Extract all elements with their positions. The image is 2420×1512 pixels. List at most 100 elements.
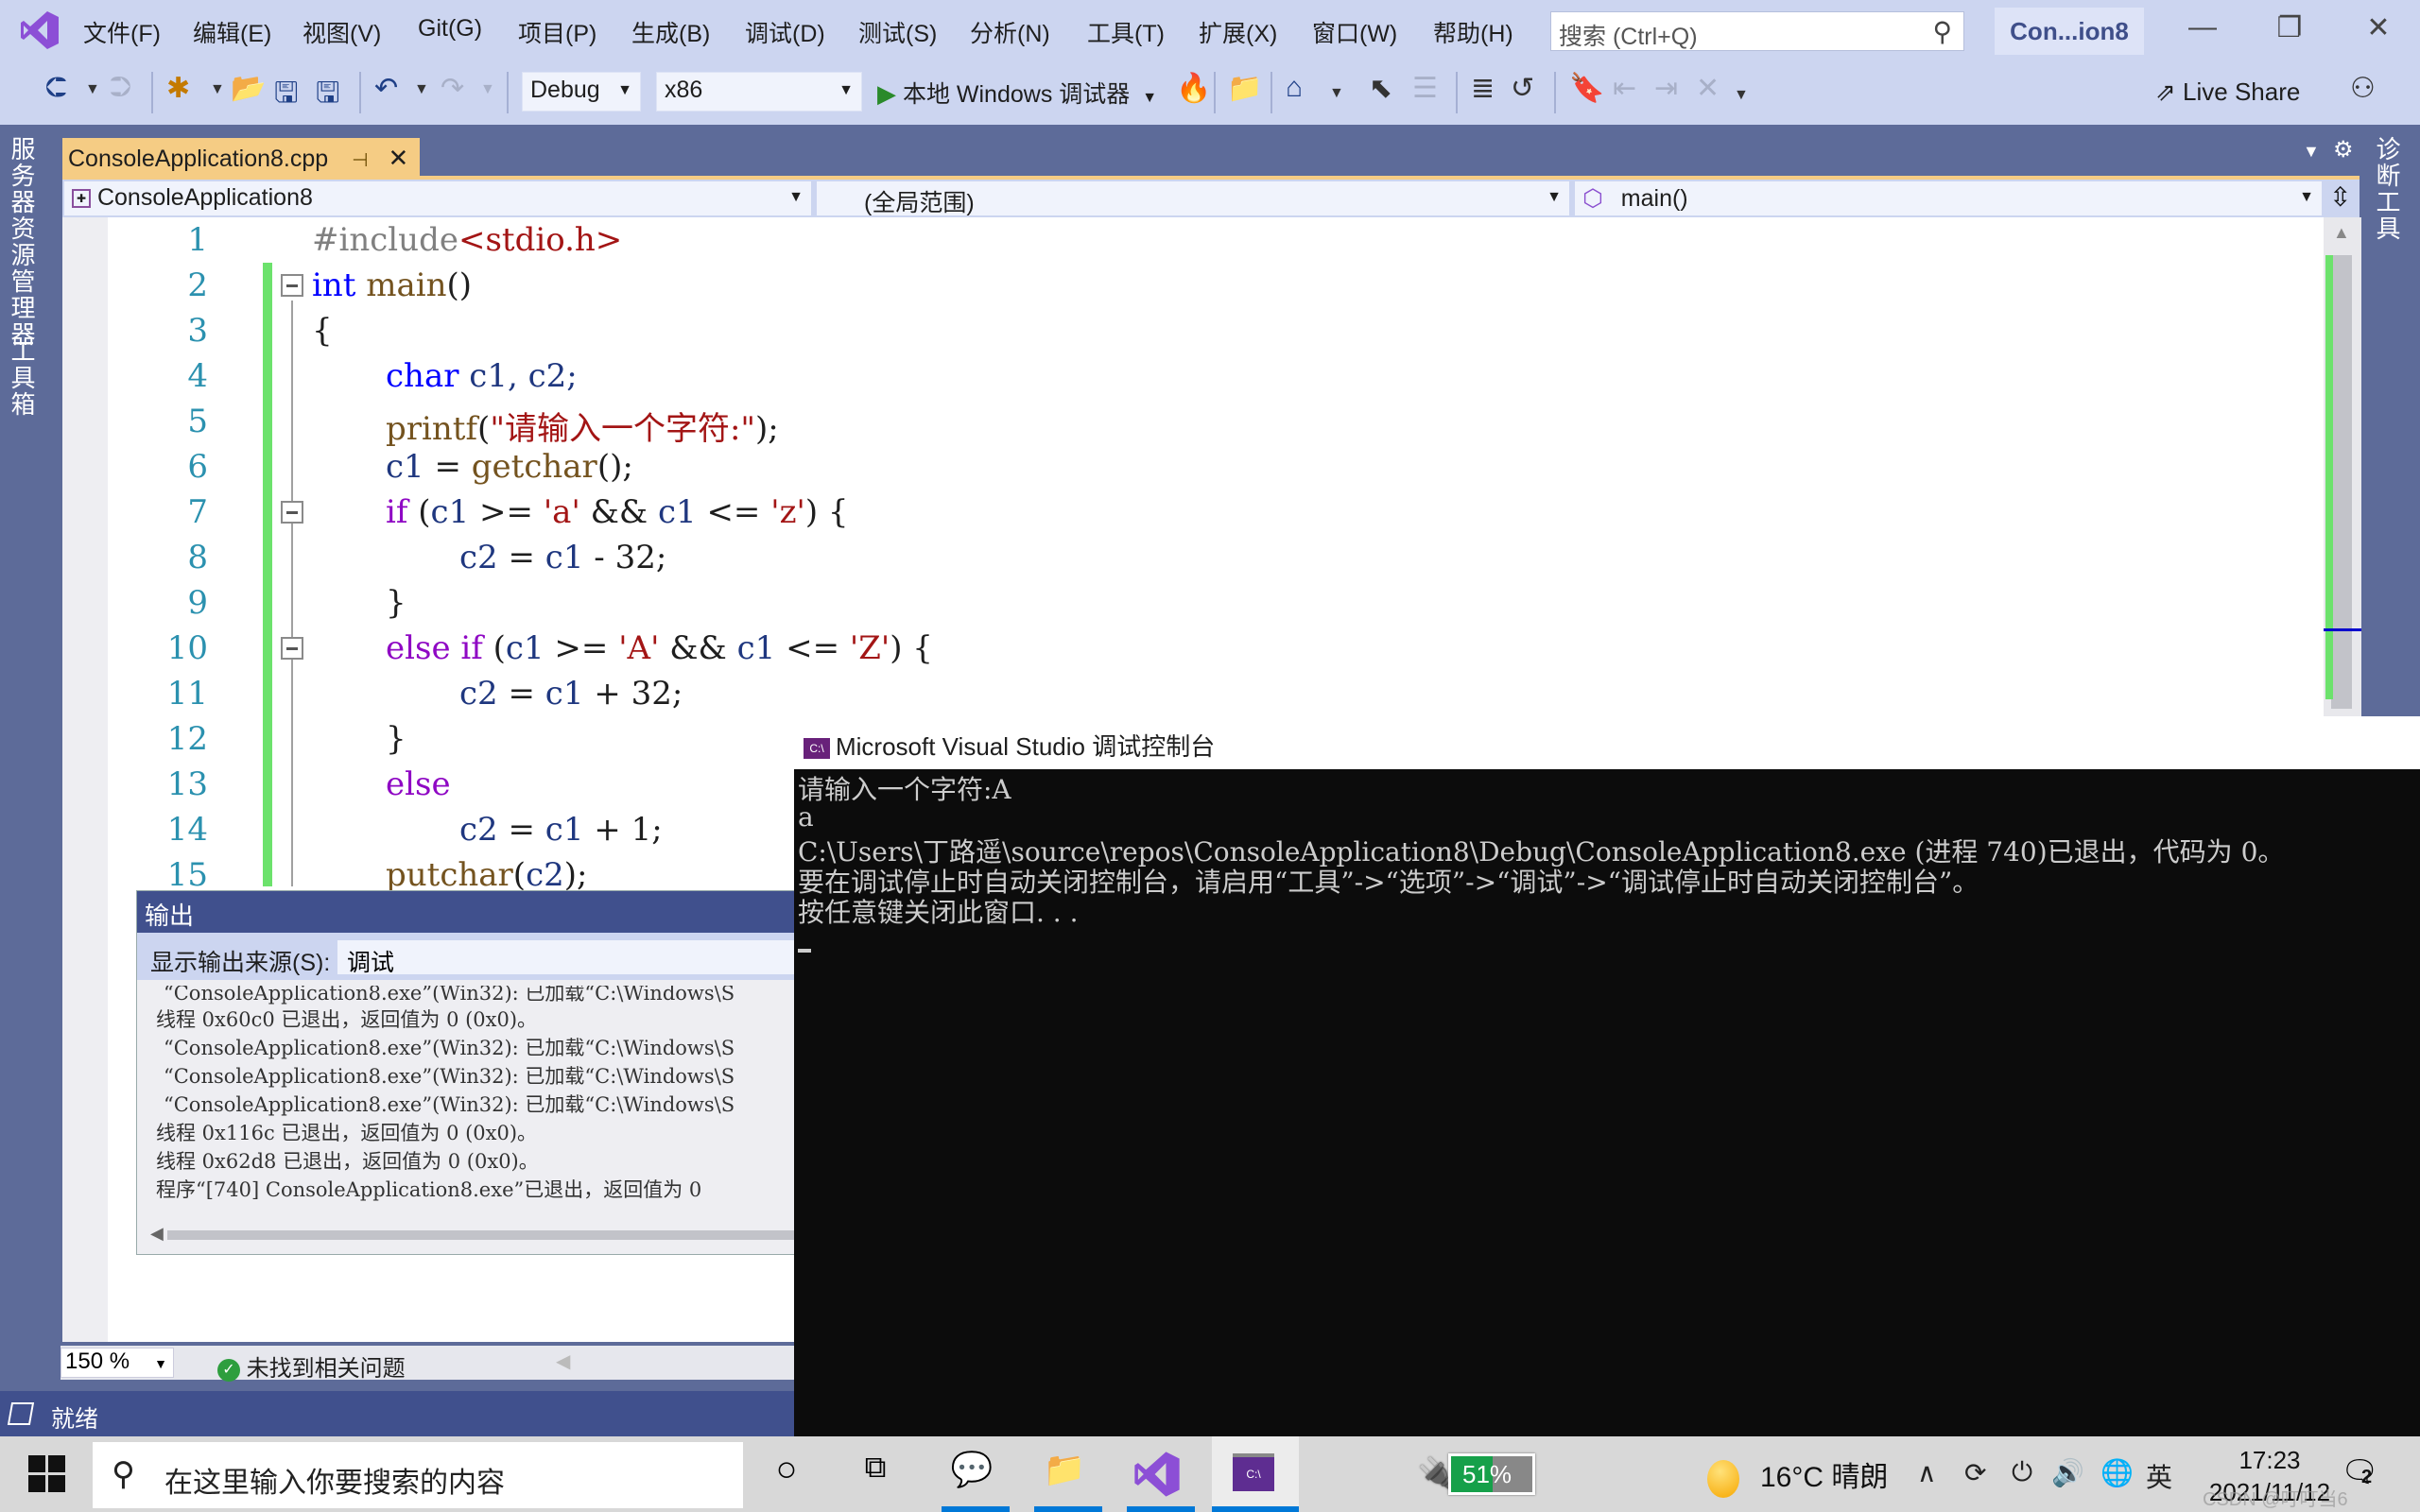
close-button[interactable]: ✕: [2350, 11, 2407, 44]
console-title-bar[interactable]: C:\ Microsoft Visual Studio 调试控制台: [794, 716, 2420, 769]
gear-icon[interactable]: ⚙: [2333, 136, 2354, 163]
menu-git[interactable]: Git(G): [418, 15, 482, 43]
ime-indicator[interactable]: 英: [2146, 1457, 2172, 1495]
find-in-files-icon[interactable]: 📁: [1227, 72, 1262, 105]
show-hidden-icons-chevron[interactable]: ∧: [1917, 1457, 1937, 1488]
pin-icon[interactable]: ⊣: [352, 150, 368, 171]
menu-view[interactable]: 视图(V): [302, 15, 381, 49]
menu-file[interactable]: 文件(F): [83, 15, 161, 49]
code-line[interactable]: else: [386, 765, 451, 803]
code-line[interactable]: c2 = c1 + 32;: [459, 675, 683, 713]
collapse-main-icon[interactable]: [281, 274, 303, 297]
save-icon[interactable]: 🖫: [274, 72, 299, 120]
solution-title-badge[interactable]: Con...ion8: [1995, 8, 2144, 55]
code-line[interactable]: int main(): [312, 266, 472, 304]
solution-platform-select[interactable]: x86 ▼: [656, 72, 862, 112]
code-line[interactable]: if (c1 >= 'a' && c1 <= 'z') {: [386, 493, 849, 531]
code-line[interactable]: }: [386, 720, 406, 758]
menu-extensions[interactable]: 扩展(X): [1199, 15, 1277, 49]
minimize-button[interactable]: —: [2174, 11, 2231, 43]
collapse-if-icon[interactable]: [281, 501, 303, 524]
code-line[interactable]: {: [312, 312, 333, 350]
new-item-icon[interactable]: ✱: [166, 72, 190, 105]
collapse-else-if-icon[interactable]: [281, 637, 303, 660]
server-explorer-tab[interactable]: 服务器资源管理器: [8, 136, 40, 348]
comment-lines-icon[interactable]: ≣: [1471, 72, 1495, 105]
home-window-icon[interactable]: ⌂: [1286, 72, 1303, 104]
issues-indicator[interactable]: ✓ 未找到相关问题: [217, 1349, 406, 1383]
scroll-left-icon[interactable]: ◀: [556, 1349, 570, 1373]
menu-window[interactable]: 窗口(W): [1312, 15, 1397, 49]
live-share-button[interactable]: ⇗ Live Share: [2155, 77, 2300, 107]
tab-consoleapplication8-cpp[interactable]: ConsoleApplication8.cpp ⊣ ✕: [62, 138, 420, 178]
start-debugging-button[interactable]: ▶ 本地 Windows 调试器 ▼: [877, 76, 1157, 110]
open-file-icon[interactable]: 📂: [231, 72, 266, 105]
start-button[interactable]: [28, 1455, 66, 1493]
taskbar-search-input[interactable]: ⚲ 在这里输入你要搜索的内容: [93, 1442, 743, 1508]
project-dropdown[interactable]: ✚ ConsoleApplication8 ▼: [64, 181, 811, 215]
debug-console-window[interactable]: C:\ Microsoft Visual Studio 调试控制台 请输入一个字符…: [794, 716, 2420, 1438]
code-line[interactable]: c1 = getchar();: [386, 448, 633, 486]
power-icon[interactable]: ⏻: [2012, 1457, 2032, 1488]
bookmark-icon[interactable]: 🔖: [1569, 72, 1604, 105]
menu-help[interactable]: 帮助(H): [1433, 15, 1513, 49]
sync-icon[interactable]: ⟳: [1964, 1457, 1986, 1488]
select-element-icon[interactable]: ⬉: [1369, 72, 1392, 105]
feedback-icon[interactable]: ⚇: [2350, 72, 2376, 105]
scroll-left-icon[interactable]: ◀: [150, 1224, 164, 1244]
new-item-dropdown-icon[interactable]: ▼: [210, 81, 225, 98]
code-line[interactable]: c2 = c1 + 1;: [459, 811, 663, 849]
task-view-icon[interactable]: ⧉: [849, 1450, 902, 1499]
code-line[interactable]: else if (c1 >= 'A' && c1 <= 'Z') {: [386, 629, 933, 667]
file-explorer-icon[interactable]: 📁: [1038, 1450, 1091, 1499]
wechat-icon[interactable]: 💬: [945, 1450, 998, 1499]
scrollbar-thumb[interactable]: [167, 1230, 801, 1240]
navigate-back-icon[interactable]: ⮈: [45, 72, 67, 104]
menu-debug[interactable]: 调试(D): [745, 15, 825, 49]
save-all-icon[interactable]: 🖫: [316, 72, 340, 120]
visual-studio-taskbar-icon[interactable]: [1132, 1450, 1182, 1499]
menu-edit[interactable]: 编辑(E): [193, 15, 271, 49]
code-line[interactable]: c2 = c1 - 32;: [459, 539, 666, 576]
menu-test[interactable]: 测试(S): [858, 15, 937, 49]
output-horizontal-scrollbar[interactable]: ◀: [147, 1224, 801, 1243]
split-window-icon[interactable]: ⇳: [2329, 181, 2351, 213]
close-tab-icon[interactable]: ✕: [389, 144, 409, 172]
code-line[interactable]: printf("请输入一个字符:");: [386, 403, 779, 449]
search-input[interactable]: 搜索 (Ctrl+Q) ⚲: [1550, 11, 1964, 51]
zoom-level-select[interactable]: 150 % ▼: [60, 1348, 174, 1378]
menu-project[interactable]: 项目(P): [518, 15, 596, 49]
code-line[interactable]: char c1, c2;: [386, 357, 578, 395]
code-line[interactable]: putchar(c2);: [386, 856, 587, 894]
menu-tools[interactable]: 工具(T): [1087, 15, 1165, 49]
undo-icon[interactable]: ↶: [374, 72, 398, 105]
toolbox-tab[interactable]: 工具箱: [8, 338, 40, 418]
chevron-down-icon[interactable]: ▼: [1142, 90, 1157, 106]
output-source-select[interactable]: 调试: [337, 940, 810, 976]
code-line[interactable]: }: [386, 584, 406, 622]
visual-studio-logo-icon[interactable]: [19, 9, 60, 51]
menu-analyze[interactable]: 分析(N): [970, 15, 1050, 49]
tab-list-dropdown-icon[interactable]: ▼: [2303, 142, 2320, 162]
diagnostic-tools-tab[interactable]: 诊断工具: [2373, 136, 2405, 242]
back-dropdown-icon[interactable]: ▼: [85, 81, 100, 98]
volume-icon[interactable]: 🔊: [2051, 1457, 2084, 1488]
solution-configuration-select[interactable]: Debug ▼: [522, 72, 641, 112]
scope-dropdown[interactable]: (全局范围) ▼: [817, 181, 1569, 216]
menu-build[interactable]: 生成(B): [631, 15, 710, 49]
cortana-icon[interactable]: ○: [760, 1450, 813, 1499]
editor-vertical-scrollbar[interactable]: ▲: [2324, 217, 2361, 718]
scroll-up-icon[interactable]: ▲: [2333, 223, 2350, 243]
code-line[interactable]: #include<stdio.h>: [312, 221, 622, 259]
output-title[interactable]: 输出: [137, 891, 799, 933]
scrollbar-thumb[interactable]: [2331, 255, 2352, 709]
restore-button[interactable]: ❐: [2261, 11, 2318, 44]
member-dropdown[interactable]: ⬡ main() ▼: [1575, 181, 2322, 215]
console-taskbar-button[interactable]: C:\: [1212, 1436, 1299, 1512]
weather-widget[interactable]: 16°C 晴朗: [1707, 1453, 1888, 1499]
toolbar-overflow-icon[interactable]: ▼: [1734, 87, 1749, 104]
undo-dropdown-icon[interactable]: ▼: [414, 81, 429, 98]
overflow-dropdown-icon[interactable]: ▼: [1329, 85, 1344, 102]
network-icon[interactable]: 🌐: [2100, 1457, 2134, 1488]
uncomment-lines-icon[interactable]: ↺: [1511, 72, 1534, 105]
